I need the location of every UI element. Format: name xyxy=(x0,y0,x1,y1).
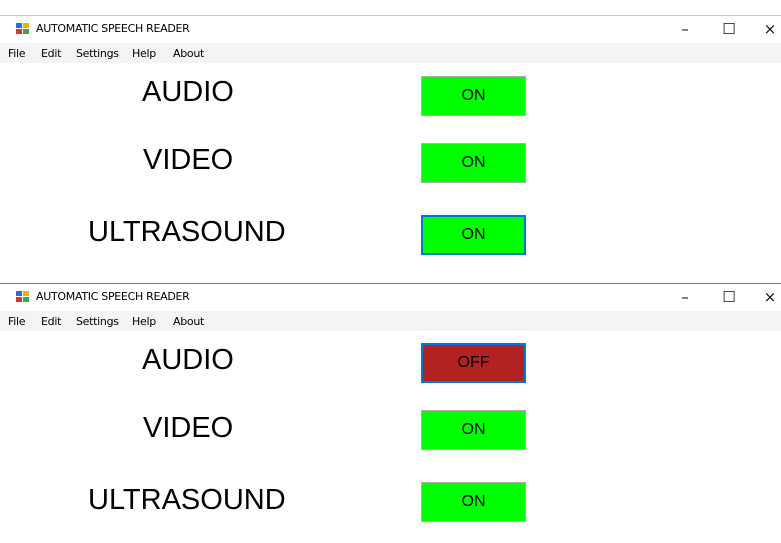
menu-edit[interactable]: Edit xyxy=(41,47,61,60)
audio-toggle-button[interactable]: OFF xyxy=(421,343,526,383)
menu-settings[interactable]: Settings xyxy=(76,315,119,328)
title-bar[interactable]: AUTOMATIC SPEECH READER – ☐ × xyxy=(0,16,781,43)
minimize-button[interactable]: – xyxy=(668,19,702,41)
menu-file[interactable]: File xyxy=(8,47,26,60)
audio-toggle-button[interactable]: ON xyxy=(421,76,526,116)
close-button[interactable]: × xyxy=(753,19,781,41)
window-title: AUTOMATIC SPEECH READER xyxy=(36,22,190,35)
video-toggle-button[interactable]: ON xyxy=(421,410,526,450)
menu-help[interactable]: Help xyxy=(132,315,156,328)
window-title: AUTOMATIC SPEECH READER xyxy=(36,290,190,303)
menu-help[interactable]: Help xyxy=(132,47,156,60)
app-icon xyxy=(16,23,30,35)
video-label: VIDEO xyxy=(143,144,234,176)
video-label: VIDEO xyxy=(143,412,234,444)
app-icon xyxy=(16,291,30,303)
ultrasound-label: ULTRASOUND xyxy=(88,216,286,248)
menu-about[interactable]: About xyxy=(173,47,204,60)
close-button[interactable]: × xyxy=(753,287,781,309)
ultrasound-toggle-button[interactable]: ON xyxy=(421,215,526,255)
app-window-1: AUTOMATIC SPEECH READER – ☐ × File Edit … xyxy=(0,15,781,282)
maximize-button[interactable]: ☐ xyxy=(712,19,746,41)
menu-bar: File Edit Settings Help About xyxy=(0,311,781,331)
audio-label: AUDIO xyxy=(142,76,234,108)
video-toggle-button[interactable]: ON xyxy=(421,143,526,183)
menu-bar: File Edit Settings Help About xyxy=(0,43,781,63)
menu-about[interactable]: About xyxy=(173,315,204,328)
title-bar[interactable]: AUTOMATIC SPEECH READER – ☐ × xyxy=(0,284,781,311)
app-window-2: AUTOMATIC SPEECH READER – ☐ × File Edit … xyxy=(0,283,781,543)
ultrasound-label: ULTRASOUND xyxy=(88,484,286,516)
menu-settings[interactable]: Settings xyxy=(76,47,119,60)
minimize-button[interactable]: – xyxy=(668,287,702,309)
audio-label: AUDIO xyxy=(142,344,234,376)
maximize-button[interactable]: ☐ xyxy=(712,287,746,309)
menu-file[interactable]: File xyxy=(8,315,26,328)
ultrasound-toggle-button[interactable]: ON xyxy=(421,482,526,522)
menu-edit[interactable]: Edit xyxy=(41,315,61,328)
